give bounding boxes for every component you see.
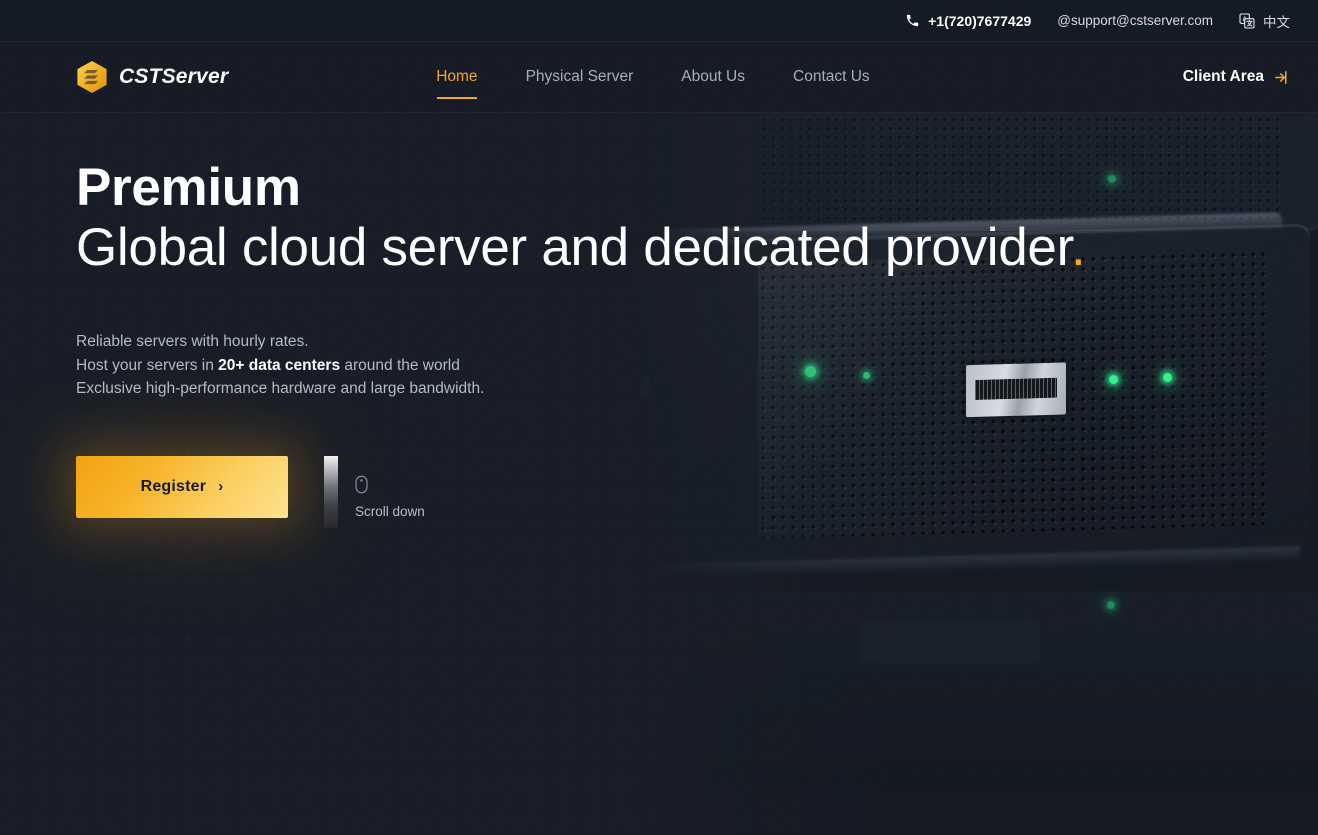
brand-name: CSTServer <box>119 65 229 88</box>
sign-in-arrow-icon <box>1273 69 1290 86</box>
landing-page: +1(720)7677429 @support@cstserver.com A … <box>0 0 1318 835</box>
language-label: 中文 <box>1263 14 1290 30</box>
server-bottom-plate <box>860 619 1040 663</box>
email-address: @support@cstserver.com <box>1057 13 1213 28</box>
language-switcher[interactable]: A 中文 <box>1239 11 1290 31</box>
client-area-button[interactable]: Client Area <box>1183 68 1290 86</box>
scroll-down-meta: Scroll down <box>355 456 425 519</box>
hero-cta-row: Register › Scroll down <box>76 455 1318 528</box>
register-button[interactable]: Register › <box>76 455 288 518</box>
server-chrome-highlight-bottom <box>660 545 1300 578</box>
headline-accent-dot: . <box>1071 218 1086 277</box>
nav-item-physical-server[interactable]: Physical Server <box>526 42 634 112</box>
headline-rest: Global cloud server and dedicated provid… <box>76 218 1072 277</box>
page-title: Premium Global cloud server and dedicated… <box>76 158 1318 278</box>
phone-contact[interactable]: +1(720)7677429 <box>905 13 1031 29</box>
stacked-layers-hexagon-logo-icon <box>76 60 108 94</box>
client-area-label: Client Area <box>1182 68 1264 85</box>
nav-item-about-us[interactable]: About Us <box>681 42 745 112</box>
subcopy-line-1: Reliable servers with hourly rates. <box>76 333 309 350</box>
hero-section: Premium Global cloud server and dedicated… <box>0 113 1318 528</box>
scroll-down-group: Scroll down <box>324 455 425 528</box>
register-button-label: Register <box>140 477 207 495</box>
subcopy-line-2: Host your servers in 20+ data centers ar… <box>76 354 1318 378</box>
brand-logo[interactable]: CSTServer <box>76 60 228 94</box>
nav-item-home[interactable]: Home <box>436 42 478 112</box>
primary-nav: Home Physical Server About Us Contact Us <box>436 42 870 112</box>
scroll-progress-bar[interactable] <box>324 455 338 528</box>
server-unit-bottom <box>630 591 1318 791</box>
scroll-down-label[interactable]: Scroll down <box>355 504 425 519</box>
top-utility-bar: +1(720)7677429 @support@cstserver.com A … <box>0 0 1318 42</box>
translate-icon: A <box>1239 12 1255 29</box>
subcopy-line-2-pre: Host your servers in <box>76 356 219 374</box>
phone-number: +1(720)7677429 <box>928 12 1032 29</box>
subcopy-line-2-post: around the world <box>340 356 460 374</box>
nav-item-contact-us[interactable]: Contact Us <box>793 42 870 112</box>
chevron-right-icon: › <box>218 478 224 495</box>
email-contact[interactable]: @support@cstserver.com <box>1057 13 1213 28</box>
led-indicator <box>1107 601 1115 609</box>
subcopy-line-3: Exclusive high-performance hardware and … <box>76 380 485 397</box>
headline-lead: Premium <box>76 158 301 217</box>
hero-subcopy: Reliable servers with hourly rates. Host… <box>76 330 1318 401</box>
phone-icon <box>905 13 920 28</box>
subcopy-line-2-highlight: 20+ data centers <box>218 356 341 374</box>
mouse-scroll-icon <box>355 475 425 494</box>
main-navbar: CSTServer Home Physical Server About Us … <box>0 42 1318 113</box>
